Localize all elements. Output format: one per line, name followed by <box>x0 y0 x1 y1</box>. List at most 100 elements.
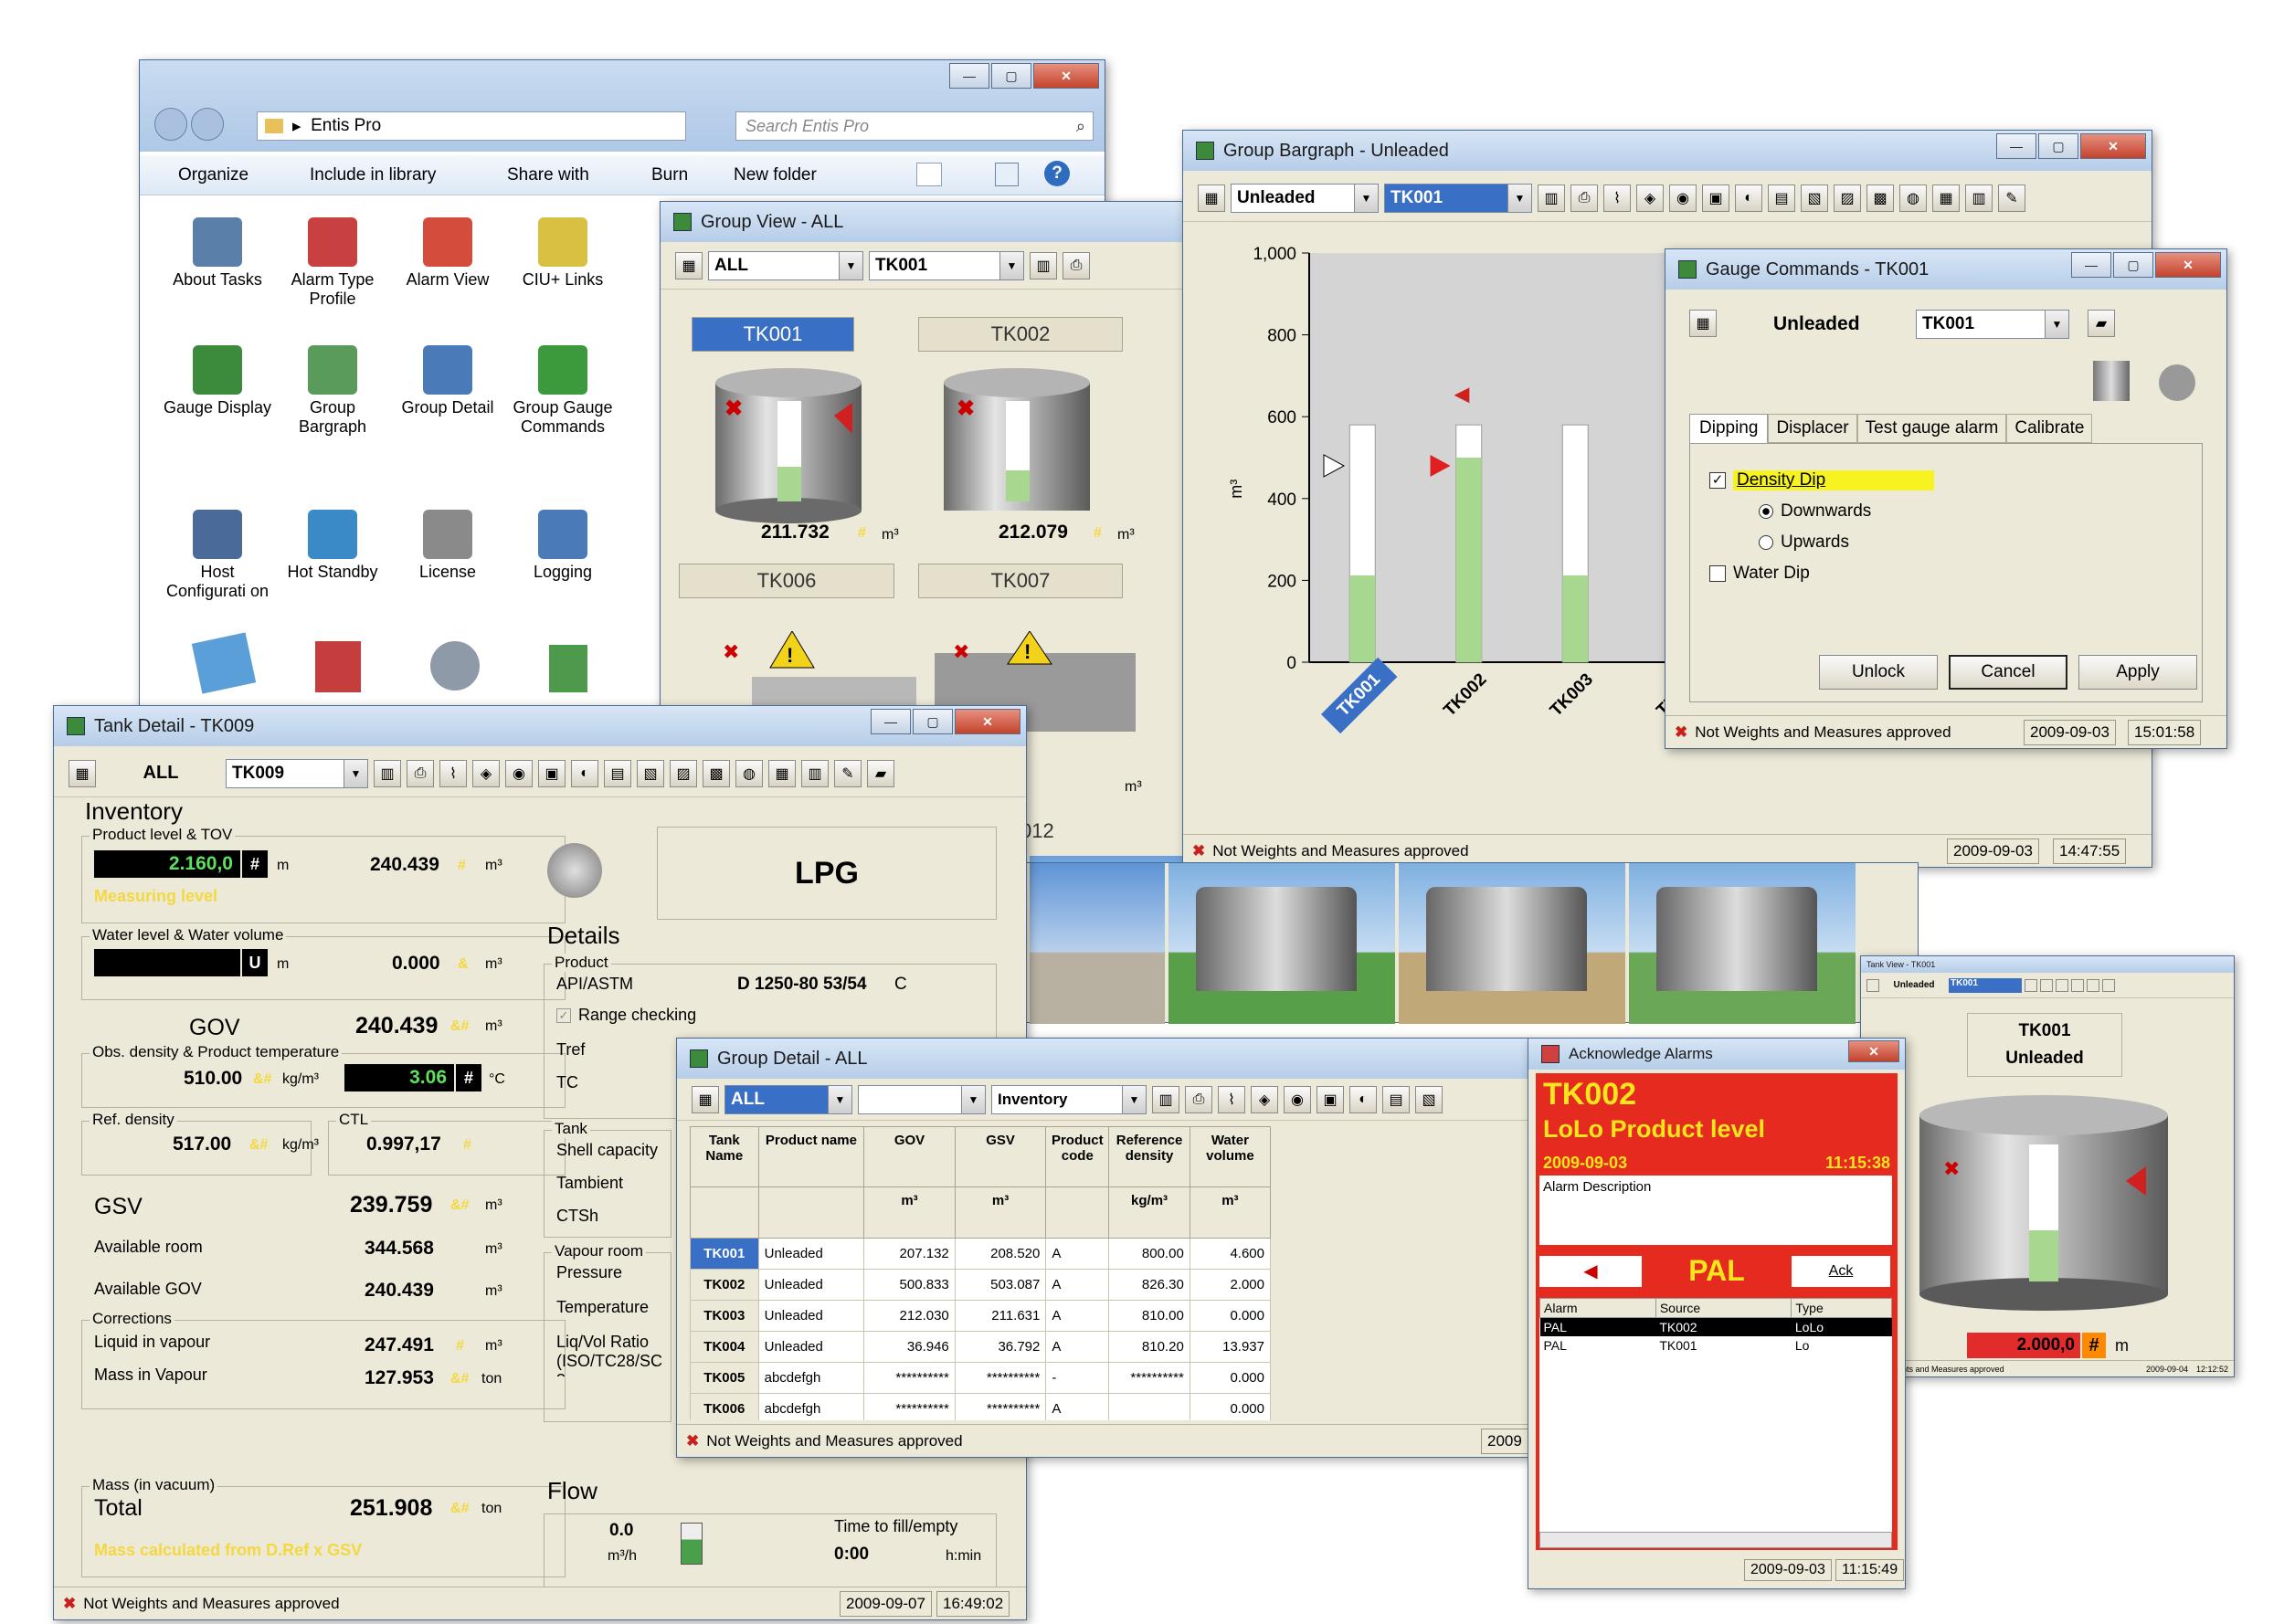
tile-header-tk002[interactable]: TK002 <box>918 317 1123 352</box>
maximize-icon[interactable]: ▢ <box>2038 133 2078 159</box>
column-header[interactable]: Water volume <box>1189 1126 1272 1187</box>
tank-graphic[interactable] <box>1426 887 1587 991</box>
tank-graphic[interactable]: ✖ <box>1907 1093 2181 1313</box>
explorer-shortcut[interactable]: Group Gauge Commands <box>507 345 619 437</box>
app-icon[interactable] <box>549 645 587 692</box>
print-icon[interactable]: ⎙ <box>1063 251 1090 279</box>
print-icon[interactable]: ⎙ <box>407 759 434 787</box>
app-icon[interactable] <box>430 641 480 691</box>
explorer-shortcut[interactable]: CIU+ Links <box>507 217 619 290</box>
bargraph-icon[interactable]: ▥ <box>1152 1085 1179 1113</box>
column-header[interactable]: Product name <box>757 1126 865 1187</box>
tool-icon[interactable]: ▦ <box>768 759 796 787</box>
tool-icon[interactable]: ▧ <box>1415 1085 1443 1113</box>
tool-icon[interactable]: ▩ <box>1866 184 1894 212</box>
table-row[interactable]: TK003 Unleaded 212.030 211.631 A 810.00 0.000 <box>690 1300 1272 1332</box>
alarm-column-header[interactable]: Alarm <box>1539 1298 1656 1318</box>
tool-icon[interactable]: ▥ <box>801 759 829 787</box>
cancel-button[interactable]: Cancel <box>1949 655 2067 690</box>
maximize-icon[interactable]: ▢ <box>2113 252 2153 278</box>
table-row[interactable]: TK004 Unleaded 36.946 36.792 A 810.20 13.937 <box>690 1331 1272 1363</box>
tool-icon[interactable]: ▧ <box>1801 184 1828 212</box>
tool-icon[interactable] <box>2102 978 2115 992</box>
tab-displacer[interactable]: Displacer <box>1768 414 1857 443</box>
ack-button[interactable]: Ack <box>1792 1256 1890 1287</box>
tile-header-tk007[interactable]: TK007 <box>918 564 1123 598</box>
alarm-column-header[interactable]: Type <box>1791 1298 1892 1318</box>
minimize-icon[interactable]: — <box>949 63 989 89</box>
app-icon[interactable] <box>315 641 361 692</box>
trend-icon[interactable]: ⌇ <box>1603 184 1631 212</box>
explorer-shortcut[interactable]: Alarm Type Profile <box>277 217 388 309</box>
tool-icon[interactable]: ▣ <box>1702 184 1729 212</box>
tool-icon[interactable]: ◉ <box>505 759 533 787</box>
search-input[interactable]: Search Entis Pro ⌕ <box>735 111 1094 141</box>
tank-graphic[interactable] <box>1656 887 1817 991</box>
tank-select[interactable]: TK001 ▼ <box>869 250 1024 280</box>
minimize-icon[interactable]: — <box>871 709 911 734</box>
alarm-column-header[interactable]: Source <box>1655 1298 1792 1318</box>
tab-calibrate[interactable]: Calibrate <box>2006 414 2093 443</box>
tank-icon[interactable]: ▦ <box>69 759 96 787</box>
column-header[interactable]: Reference density <box>1108 1126 1190 1187</box>
address-bar[interactable]: ▸ Entis Pro <box>257 111 686 141</box>
forward-icon[interactable] <box>191 108 224 141</box>
tool-icon[interactable]: ▦ <box>1932 184 1960 212</box>
tank-graphic[interactable] <box>1196 887 1357 991</box>
silence-button[interactable]: ◀ <box>1539 1256 1642 1287</box>
tool-icon[interactable]: ◉ <box>1284 1085 1311 1113</box>
close-icon[interactable]: ✕ <box>1848 1040 1899 1062</box>
tool-icon[interactable] <box>2071 978 2084 992</box>
alarm-list-scrollbar[interactable] <box>1539 1532 1892 1548</box>
tool-icon[interactable]: ✎ <box>1998 184 2025 212</box>
tool-icon[interactable]: ▨ <box>670 759 697 787</box>
view-select[interactable]: Inventory ▼ <box>991 1084 1147 1114</box>
tool-icon[interactable]: ▥ <box>1965 184 1993 212</box>
tool-icon[interactable] <box>2025 978 2037 992</box>
apply-button[interactable]: Apply <box>2078 655 2197 690</box>
table-row[interactable]: TK006 abcdefgh ********** ********** A 0.000 <box>690 1393 1272 1420</box>
explorer-shortcut[interactable]: Host Configurati on <box>162 510 273 601</box>
close-icon[interactable]: ✕ <box>2080 133 2146 159</box>
close-icon[interactable]: ✕ <box>2155 252 2221 278</box>
app-icon[interactable] <box>191 632 257 694</box>
burn-button[interactable]: Burn <box>651 165 688 185</box>
tank-icon[interactable]: ▦ <box>1689 310 1717 337</box>
tool-icon[interactable]: ◈ <box>472 759 500 787</box>
tank-select[interactable]: TK001 <box>1949 977 2022 993</box>
tool-icon[interactable]: ▨ <box>1834 184 1861 212</box>
column-header[interactable]: GSV <box>954 1126 1047 1187</box>
column-header[interactable]: GOV <box>863 1126 956 1187</box>
tool-icon[interactable]: ◐ <box>1349 1085 1377 1113</box>
bargraph-icon[interactable]: ▥ <box>1030 251 1057 279</box>
tank-icon[interactable] <box>1866 978 1879 992</box>
tool-icon[interactable] <box>2087 978 2099 992</box>
alarm-row[interactable]: PAL TK001 Lo <box>1540 1336 1892 1355</box>
density-dip-checkbox[interactable]: ✓ Density Dip <box>1709 470 1934 490</box>
back-icon[interactable] <box>154 108 187 141</box>
bargraph-icon[interactable]: ▥ <box>1538 184 1565 212</box>
explorer-shortcut[interactable]: Alarm View <box>392 217 503 290</box>
maximize-icon[interactable]: ▢ <box>991 63 1031 89</box>
tool-icon[interactable]: ◈ <box>1636 184 1664 212</box>
maximize-icon[interactable]: ▢ <box>913 709 953 734</box>
water-dip-checkbox[interactable]: Water Dip <box>1709 564 1810 584</box>
tool-icon[interactable]: ▣ <box>1316 1085 1344 1113</box>
tank-graphic[interactable]: ✖ <box>925 357 1126 531</box>
include-library-button[interactable]: Include in library <box>310 165 436 185</box>
table-row[interactable]: TK001 Unleaded 207.132 208.520 A 800.00 4.600 <box>690 1238 1272 1270</box>
upwards-radio[interactable]: Upwards <box>1759 533 1849 553</box>
close-icon[interactable]: ✕ <box>1033 63 1099 89</box>
tool-icon[interactable]: ◍ <box>735 759 763 787</box>
tool-icon[interactable]: ◉ <box>1669 184 1697 212</box>
explorer-shortcut[interactable]: Gauge Display <box>162 345 273 417</box>
tile-header-tk001[interactable]: TK001 <box>692 317 854 352</box>
print-icon[interactable]: ⎙ <box>1185 1085 1212 1113</box>
help-icon[interactable]: ? <box>1044 161 1070 186</box>
tool-icon[interactable]: ◐ <box>1735 184 1762 212</box>
downwards-radio[interactable]: Downwards <box>1759 501 1871 522</box>
explorer-shortcut[interactable]: License <box>392 510 503 582</box>
tank-select[interactable]: TK009 ▼ <box>226 758 368 788</box>
tool-icon[interactable]: ✎ <box>834 759 862 787</box>
tank-icon[interactable]: ▦ <box>692 1085 719 1113</box>
